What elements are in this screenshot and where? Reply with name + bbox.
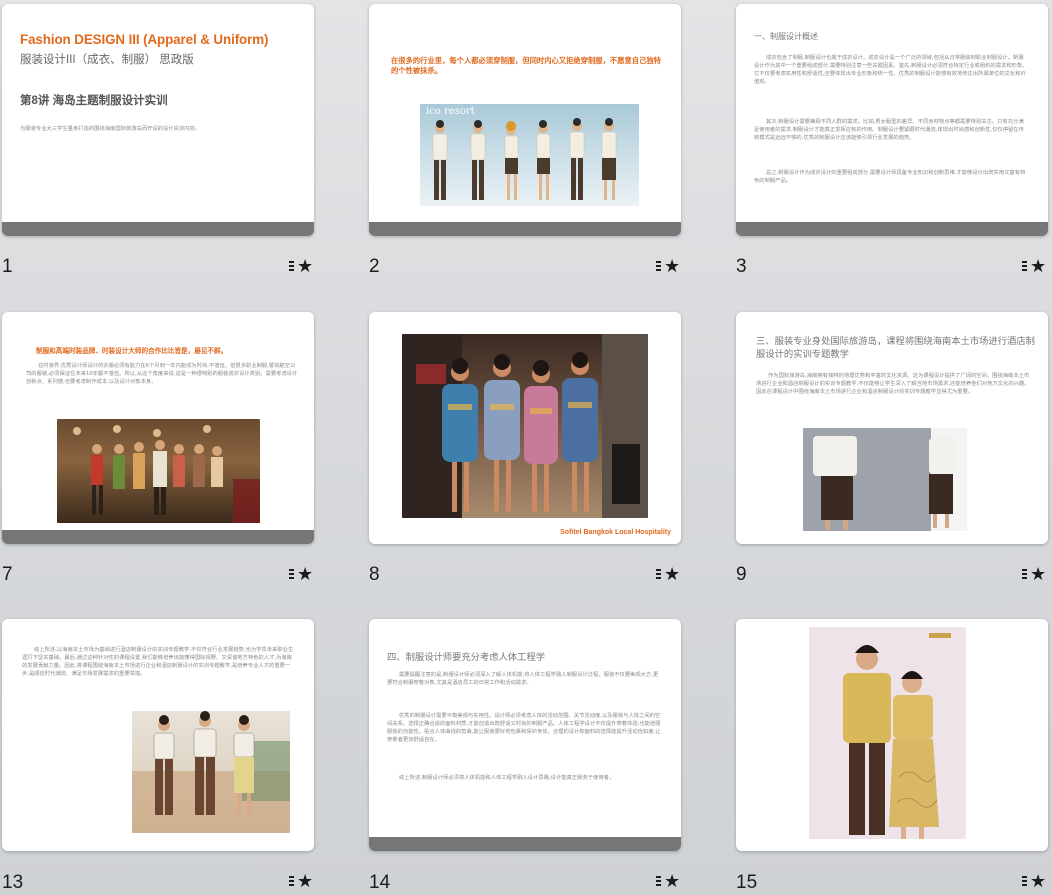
bulleted-star-icon[interactable]: ★ <box>1022 564 1048 585</box>
couple-uniform-photo <box>809 627 966 839</box>
slide-heading: 四、制服设计师要充分考虑人体工程学 <box>387 652 546 662</box>
slide-headline: 在很多的行业里，每个人都必须穿制服，但同时内心又拒绝穿制服，不愿意自己独特的个性… <box>391 56 661 75</box>
staff-figures-illustration <box>432 118 617 200</box>
slide-number-3: 3 <box>736 256 747 277</box>
slide-paragraph-3: 综上所述,制服设计师必须将人体机能和人体工程学融入设计思路,设计能真正服务于使用… <box>399 775 615 781</box>
slide-number-9: 9 <box>736 564 747 585</box>
uniform-sketch-illustration <box>132 711 290 833</box>
slide-desc: 为服装专业大三学生量身打造的围绕海南国际旅游岛而开设的设计实训内容。 <box>20 126 201 132</box>
bulleted-star-icon[interactable]: ★ <box>656 256 682 277</box>
slide-bottom-bar <box>2 222 314 236</box>
slide-title-en: Fashion DESIGN III (Apparel & Uniform) <box>20 32 269 47</box>
slide-headline: 制服和高端时装品牌、时装设计大师的合作比比皆是，屡见不鲜。 <box>36 348 228 355</box>
slide-bottom-bar <box>369 837 681 851</box>
bulleted-star-icon[interactable]: ★ <box>1022 871 1048 892</box>
photo-caption: Sofitel Bangkok Local Hospitality <box>560 529 671 536</box>
designer-collaboration-photo <box>57 419 260 523</box>
slide-thumbnail-7[interactable]: 制服和高端时装品牌、时装设计大师的合作比比皆是，屡见不鲜。 在时装界,优秀设计师… <box>2 312 314 544</box>
slide-bottom-bar <box>2 530 314 544</box>
slide-paragraph-2: 优秀的制服设计需要平衡美观与实用性。设计师必须考虑人体的活动范围、关节活动度,以… <box>387 713 661 743</box>
slide-thumbnail-3[interactable]: 一、制服设计概述 成衣包含了制服,制服设计也属于成衣设计。成衣设计是一个广泛的领… <box>736 4 1048 236</box>
slide-paragraph: 在时装界,优秀设计师设计的衣服必须有能力在6个月到一年内能成为时尚,不落伍。但很… <box>26 363 298 385</box>
slide-number-13: 13 <box>2 872 24 893</box>
slide-number-7: 7 <box>2 564 13 585</box>
slide-thumbnail-15[interactable] <box>736 619 1048 851</box>
uniform-model-photo <box>803 428 967 531</box>
slide-paragraph-3: 总之,制服设计作为成衣设计的重要组成部分,需要设计师具备专业知识和创新思维,才能… <box>754 170 1026 184</box>
bulleted-star-icon[interactable]: ★ <box>289 256 315 277</box>
slide-sorter-view: { "slides": [ { "number": "1", "title_en… <box>0 0 1052 895</box>
slide-lecture: 第8讲 海岛主题制服设计实训 <box>20 95 168 107</box>
slide-heading: 三、服装专业身处国际旅游岛，课程将围绕海南本土市场进行酒店制服设计的实训专题教学 <box>756 336 1035 359</box>
resort-uniform-photo: ico resort <box>420 104 639 206</box>
slide-thumbnail-2[interactable]: 在很多的行业里，每个人都必须穿制服，但同时内心又拒绝穿制服，不愿意自己独特的个性… <box>369 4 681 236</box>
slide-heading: 一、制服设计概述 <box>754 32 818 41</box>
slide-bottom-bar <box>369 222 681 236</box>
hospitality-staff-photo <box>402 334 648 518</box>
slide-thumbnail-9[interactable]: 三、服装专业身处国际旅游岛，课程将围绕海南本土市场进行酒店制服设计的实训专题教学… <box>736 312 1048 544</box>
bulleted-star-icon[interactable]: ★ <box>1022 256 1048 277</box>
slide-number-1: 1 <box>2 256 13 277</box>
slide-number-15: 15 <box>736 872 758 893</box>
bulleted-star-icon[interactable]: ★ <box>289 871 315 892</box>
slide-thumbnail-1[interactable]: Fashion DESIGN III (Apparel & Uniform) 服… <box>2 4 314 236</box>
bulleted-star-icon[interactable]: ★ <box>289 564 315 585</box>
slide-thumbnail-14[interactable]: 四、制服设计师要充分考虑人体工程学 需要提醒注意的是,制服设计师必须深入了解人体… <box>369 619 681 851</box>
slide-paragraph-2: 其次,制服设计需要兼顾不同人群的需求。比如,男女服型的差异、不同身材特点等都需要… <box>754 119 1024 141</box>
slide-title-cn: 服装设计III（成衣、制服） 思政版 <box>20 54 194 66</box>
bulleted-star-icon[interactable]: ★ <box>656 564 682 585</box>
slide-number-8: 8 <box>369 564 380 585</box>
slide-paragraph-1: 需要提醒注意的是,制服设计师必须深入了解人体机能,将人体工程学融入制服设计过程。… <box>387 672 659 686</box>
slide-thumbnail-8[interactable]: Sofitel Bangkok Local Hospitality <box>369 312 681 544</box>
slide-number-2: 2 <box>369 256 380 277</box>
bulleted-star-icon[interactable]: ★ <box>656 871 682 892</box>
slide-thumbnail-13[interactable]: 综上所述,以海南本土市场为基础进行酒店制服设计的实训专题教学,不仅符合行业发展趋… <box>2 619 314 851</box>
slide-number-14: 14 <box>369 872 391 893</box>
slide-paragraph: 综上所述,以海南本土市场为基础进行酒店制服设计的实训专题教学,不仅符合行业发展趋… <box>22 647 294 677</box>
slide-paragraph-1: 成衣包含了制服,制服设计也属于成衣设计。成衣设计是一个广泛的领域,包括从日常服装… <box>754 55 1028 85</box>
slide-bottom-bar <box>736 222 1048 236</box>
slide-paragraph: 作为国际旅游岛,海南拥有独特的地理优势和丰富的文化资源。这为课程设计提供了广阔的… <box>756 373 1030 395</box>
